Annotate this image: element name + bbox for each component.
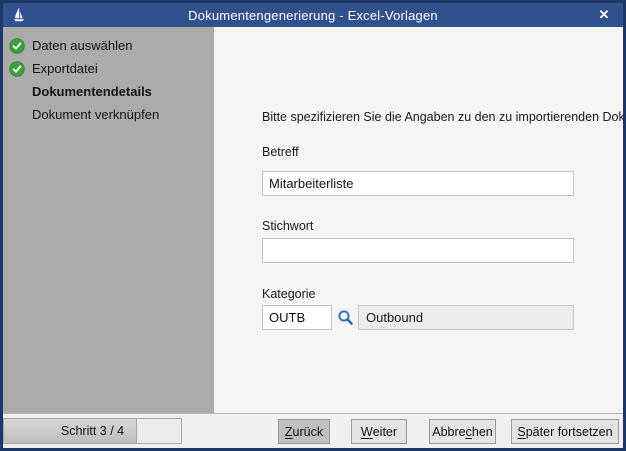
- sidebar-item-label: Daten auswählen: [32, 38, 132, 53]
- search-icon[interactable]: [337, 309, 354, 326]
- step-progress: Schritt 3 / 4: [3, 418, 182, 444]
- kategorie-label: Kategorie: [262, 287, 316, 301]
- later-button[interactable]: Später fortsetzen: [511, 419, 619, 444]
- kategorie-code-input[interactable]: [262, 305, 332, 330]
- button-row: Zurück Weiter Abbrechen Später fortsetze…: [278, 419, 619, 444]
- wizard-sidebar: Daten auswählen Exportdatei Dokumentende…: [3, 27, 214, 413]
- icon-placeholder: [9, 107, 25, 123]
- sidebar-item-label: Dokument verknüpfen: [32, 107, 159, 122]
- check-circle-icon: [9, 61, 25, 77]
- instruction-text: Bitte spezifizieren Sie die Angaben zu d…: [262, 110, 623, 124]
- betreff-label: Betreff: [262, 145, 299, 159]
- sidebar-item-daten-auswaehlen[interactable]: Daten auswählen: [3, 34, 214, 57]
- sidebar-item-dokumentendetails[interactable]: Dokumentendetails: [3, 80, 214, 103]
- form-content: Bitte spezifizieren Sie die Angaben zu d…: [214, 27, 623, 413]
- dialog-window: Dokumentengenerierung - Excel-Vorlagen ✕…: [0, 0, 626, 451]
- stichwort-input[interactable]: [262, 238, 574, 263]
- step-label: Schritt 3 / 4: [4, 419, 181, 443]
- main-area: Daten auswählen Exportdatei Dokumentende…: [3, 27, 623, 413]
- next-button[interactable]: Weiter: [351, 419, 407, 444]
- stichwort-label: Stichwort: [262, 219, 313, 233]
- cancel-button[interactable]: Abbrechen: [429, 419, 496, 444]
- titlebar: Dokumentengenerierung - Excel-Vorlagen ✕: [3, 3, 623, 27]
- close-icon[interactable]: ✕: [595, 3, 613, 27]
- sidebar-item-dokument-verknuepfen[interactable]: Dokument verknüpfen: [3, 103, 214, 126]
- footer-bar: Schritt 3 / 4 Zurück Weiter Abbrechen Sp…: [3, 413, 623, 448]
- window-title: Dokumentengenerierung - Excel-Vorlagen: [3, 3, 623, 27]
- sidebar-item-exportdatei[interactable]: Exportdatei: [3, 57, 214, 80]
- kategorie-row: Outbound: [262, 305, 574, 330]
- check-circle-icon: [9, 38, 25, 54]
- sidebar-item-label: Dokumentendetails: [32, 84, 152, 99]
- sidebar-item-label: Exportdatei: [32, 61, 98, 76]
- back-button[interactable]: Zurück: [278, 419, 330, 444]
- kategorie-description-field: Outbound: [358, 305, 574, 330]
- betreff-input[interactable]: [262, 171, 574, 196]
- icon-placeholder: [9, 84, 25, 100]
